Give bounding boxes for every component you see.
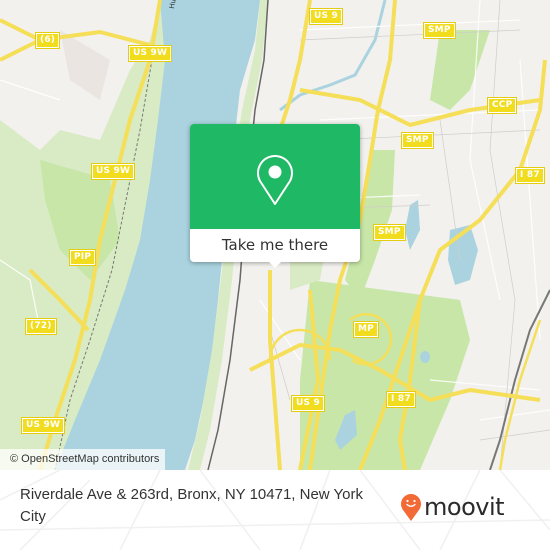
map-view[interactable]: Hudson River (6) US 9W US 9W PIP (72) US…: [0, 0, 550, 470]
popup-pointer: [267, 260, 283, 268]
map-attribution[interactable]: © OpenStreetMap contributors: [0, 449, 166, 470]
moovit-pin-icon: [401, 494, 421, 521]
road-shield-route-6: (6): [34, 32, 61, 49]
take-me-there-label: Take me there: [221, 236, 329, 254]
take-me-there-button[interactable]: Take me there: [190, 124, 360, 268]
footer: Riverdale Ave & 263rd, Bronx, NY 10471, …: [0, 470, 550, 550]
popup-header: [190, 124, 360, 229]
road-shield-i87: I 87: [386, 391, 416, 408]
road-shield-ccp: CCP: [486, 97, 518, 114]
road-shield-route-72: (72): [25, 318, 57, 335]
address-text: Riverdale Ave & 263rd, Bronx, NY 10471, …: [20, 486, 363, 525]
moovit-logo[interactable]: moovit: [400, 492, 505, 522]
road-shield-us-9: US 9: [309, 8, 343, 25]
road-shield-us-9w: US 9W: [20, 417, 66, 434]
road-shield-i87: I 87: [515, 167, 545, 184]
moovit-wordmark: moovit: [424, 493, 505, 521]
road-shield-us-9: US 9: [291, 395, 325, 412]
road-shield-us-9w: US 9W: [127, 45, 173, 62]
road-shield-smp: SMP: [423, 22, 456, 39]
road-shield-us-9w: US 9W: [90, 163, 136, 180]
location-pin-icon: [257, 155, 293, 205]
road-shield-pip: PIP: [68, 249, 97, 266]
road-shield-smp: SMP: [401, 132, 434, 149]
road-shield-smp: SMP: [373, 224, 406, 241]
road-shield-mp: MP: [353, 321, 379, 338]
